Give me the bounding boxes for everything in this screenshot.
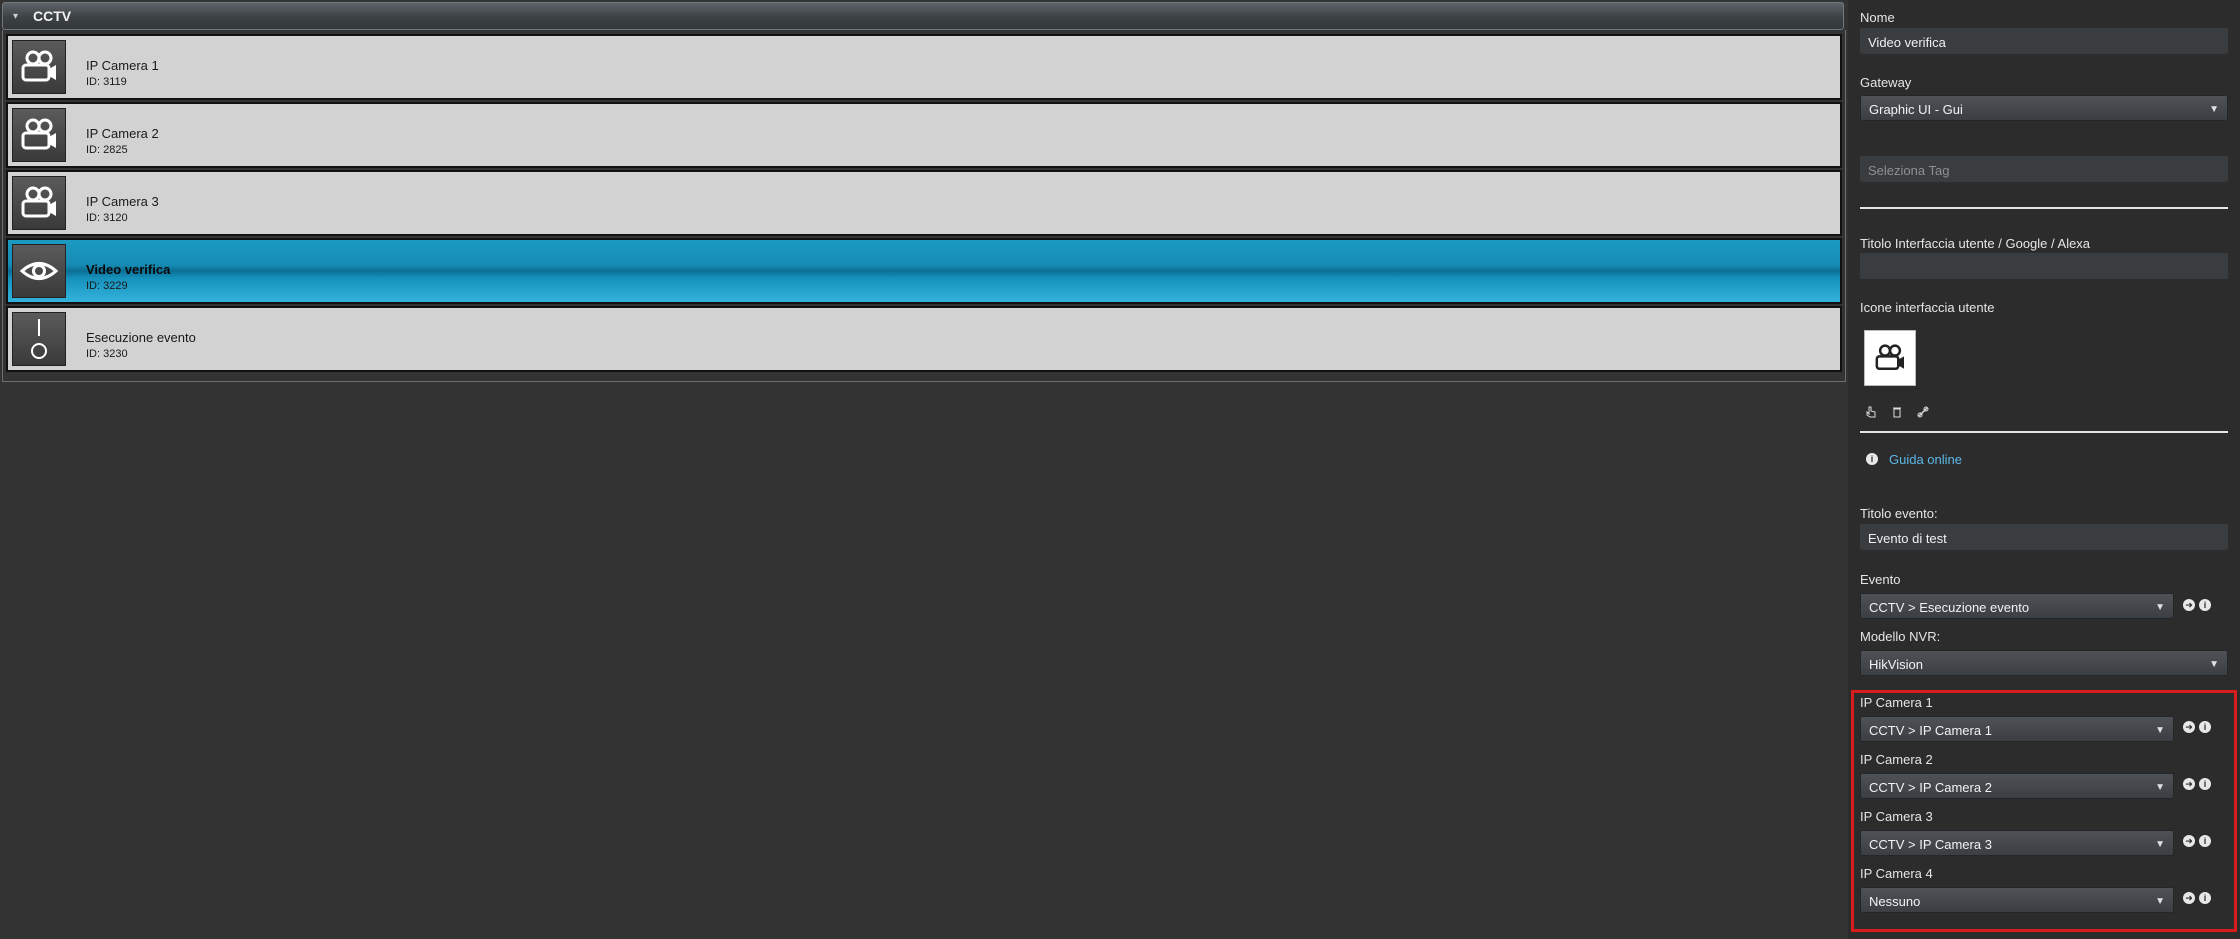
chevron-down-icon: ▼ [2155, 839, 2165, 850]
titolo-evento-label: Titolo evento: [1860, 506, 1938, 521]
group-header-cctv[interactable]: ▾ CCTV [2, 2, 1844, 30]
go-arrow-icon[interactable]: ➜ [2183, 835, 2195, 847]
divider [1860, 207, 2228, 209]
modello-label: Modello NVR: [1860, 629, 1941, 644]
item-name: Video verifica [86, 262, 171, 277]
chevron-down-icon: ▼ [2155, 782, 2165, 793]
camera-1-label: IP Camera 1 [1860, 695, 1933, 710]
item-name: IP Camera 2 [86, 126, 159, 141]
camera-icon [12, 40, 66, 94]
link-icon[interactable] [1916, 405, 1930, 419]
camera-2-label: IP Camera 2 [1860, 752, 1933, 767]
modello-value: HikVision [1869, 657, 1923, 672]
camera-icon [12, 176, 66, 230]
camera-1-value: CCTV > IP Camera 1 [1869, 723, 1992, 738]
icone-label: Icone interfaccia utente [1860, 300, 1995, 315]
list-item-ip-camera-3[interactable]: IP Camera 3 ID: 3120 [6, 170, 1842, 236]
nome-field[interactable]: Video verifica [1860, 28, 2228, 54]
tag-select[interactable]: Seleziona Tag [1860, 156, 2228, 182]
item-name: IP Camera 3 [86, 194, 159, 209]
list-item-ip-camera-1[interactable]: IP Camera 1 ID: 3119 [6, 34, 1842, 100]
group-title: CCTV [33, 8, 72, 24]
gateway-value: Graphic UI - Gui [1869, 102, 1963, 117]
evento-label: Evento [1860, 572, 1901, 587]
pointer-icon[interactable] [1864, 405, 1878, 419]
info-icon[interactable]: i [2199, 892, 2211, 904]
eye-icon [12, 244, 66, 298]
item-id: ID: 3119 [86, 76, 127, 88]
gateway-label: Gateway [1860, 75, 1912, 90]
evento-select[interactable]: CCTV > Esecuzione evento ▼ [1860, 593, 2174, 619]
item-id: ID: 3230 [86, 348, 128, 360]
item-name: Esecuzione evento [86, 330, 196, 345]
item-id: ID: 3229 [86, 280, 128, 292]
camera-3-label: IP Camera 3 [1860, 809, 1933, 824]
camera-4-value: Nessuno [1869, 894, 1921, 909]
info-icon[interactable]: i [2199, 599, 2211, 611]
camera-4-label: IP Camera 4 [1860, 866, 1933, 881]
divider [1860, 431, 2228, 433]
chevron-down-icon: ▼ [2155, 602, 2165, 613]
info-icon[interactable]: i [2199, 835, 2211, 847]
go-arrow-icon[interactable]: ➜ [2183, 778, 2195, 790]
titolo-ui-field[interactable] [1860, 253, 2228, 279]
evento-value: CCTV > Esecuzione evento [1869, 600, 2030, 615]
item-name: IP Camera 1 [86, 58, 159, 73]
camera-2-value: CCTV > IP Camera 2 [1869, 780, 1992, 795]
camera-icon [12, 108, 66, 162]
ui-icon-preview[interactable] [1864, 330, 1916, 386]
device-list-panel: ▾ CCTV IP Camera 1 ID: 3119 IP Camera 2 [0, 0, 1848, 383]
info-icon[interactable]: i [2199, 778, 2211, 790]
modello-select[interactable]: HikVision ▼ [1860, 650, 2228, 676]
item-id: ID: 3120 [86, 212, 128, 224]
list-item-esecuzione-evento[interactable]: Esecuzione evento ID: 3230 [6, 306, 1842, 372]
camera-1-select[interactable]: CCTV > IP Camera 1 ▼ [1860, 716, 2174, 742]
trash-icon[interactable] [1890, 405, 1904, 419]
go-arrow-icon[interactable]: ➜ [2183, 721, 2195, 733]
info-icon[interactable]: i [2199, 721, 2211, 733]
go-arrow-icon[interactable]: ➜ [2183, 599, 2195, 611]
camera-3-value: CCTV > IP Camera 3 [1869, 837, 1992, 852]
nome-label: Nome [1860, 10, 1895, 25]
chevron-down-icon: ▼ [2209, 104, 2219, 115]
camera-3-select[interactable]: CCTV > IP Camera 3 ▼ [1860, 830, 2174, 856]
camera-icon [1875, 344, 1904, 370]
info-icon: i [1866, 453, 1878, 465]
collapse-caret-icon[interactable]: ▾ [13, 11, 23, 22]
chevron-down-icon: ▼ [2155, 725, 2165, 736]
properties-panel: Nome Video verifica Gateway Graphic UI -… [1848, 0, 2240, 939]
gateway-select[interactable]: Graphic UI - Gui ▼ [1860, 95, 2228, 121]
camera-2-select[interactable]: CCTV > IP Camera 2 ▼ [1860, 773, 2174, 799]
switch-icon [12, 312, 66, 366]
go-arrow-icon[interactable]: ➜ [2183, 892, 2195, 904]
chevron-down-icon: ▼ [2209, 659, 2219, 670]
list-item-video-verifica[interactable]: Video verifica ID: 3229 [6, 238, 1842, 304]
chevron-down-icon: ▼ [2155, 896, 2165, 907]
camera-4-select[interactable]: Nessuno ▼ [1860, 887, 2174, 913]
titolo-ui-label: Titolo Interfaccia utente / Google / Ale… [1860, 236, 2091, 251]
item-id: ID: 2825 [86, 144, 128, 156]
titolo-evento-field[interactable]: Evento di test [1860, 524, 2228, 550]
list-item-ip-camera-2[interactable]: IP Camera 2 ID: 2825 [6, 102, 1842, 168]
guida-online-link[interactable]: Guida online [1889, 452, 1962, 467]
